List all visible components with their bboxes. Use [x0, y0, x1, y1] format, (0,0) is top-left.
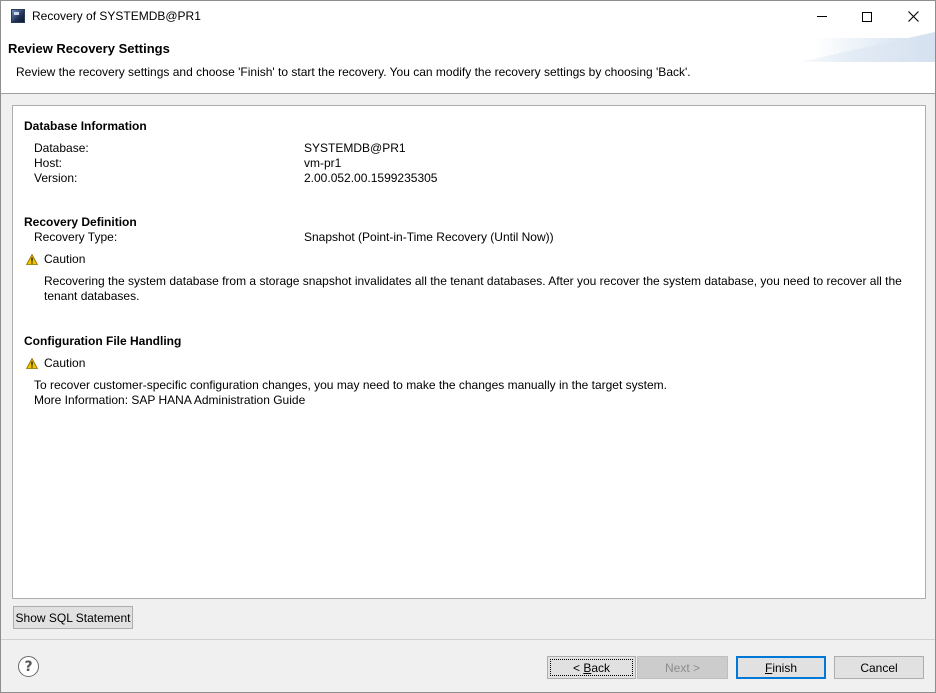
page-title: Review Recovery Settings: [8, 41, 170, 56]
configuration-file-heading: Configuration File Handling: [24, 334, 182, 348]
database-value: SYSTEMDB@PR1: [304, 141, 406, 155]
footer-divider: [1, 639, 935, 640]
host-label: Host:: [34, 156, 63, 170]
back-button[interactable]: < Back: [547, 656, 636, 679]
caution-label: Caution: [44, 356, 86, 370]
app-icon: [11, 9, 25, 23]
finish-button-mnemonic: F: [764, 660, 773, 675]
config-caution-line-2: More Information: SAP HANA Administratio…: [34, 393, 306, 407]
wizard-banner: Review Recovery Settings Review the reco…: [1, 32, 935, 94]
minimize-button[interactable]: [799, 1, 845, 32]
warning-icon: [26, 253, 38, 265]
finish-button-rest: inish: [772, 660, 798, 675]
recovery-caution-line-1: Recovering the system database from a st…: [44, 274, 902, 288]
recovery-dialog-window: Recovery of SYSTEMDB@PR1 Review Recovery…: [0, 0, 936, 693]
show-sql-statement-button[interactable]: Show SQL Statement: [13, 606, 133, 629]
page-description: Review the recovery settings and choose …: [16, 65, 691, 79]
caution-label: Caution: [44, 252, 86, 266]
config-caution: Caution: [26, 356, 85, 370]
title-bar[interactable]: Recovery of SYSTEMDB@PR1: [1, 1, 935, 32]
warning-icon: [26, 357, 38, 369]
settings-panel: Database Information Database: SYSTEMDB@…: [12, 105, 926, 599]
maximize-button[interactable]: [844, 1, 890, 32]
host-value: vm-pr1: [304, 156, 342, 170]
back-button-mnemonic: B: [583, 660, 592, 675]
close-button[interactable]: [890, 1, 936, 32]
recovery-caution: Caution: [26, 252, 85, 266]
config-caution-line-1: To recover customer-specific configurati…: [34, 378, 667, 392]
window-title: Recovery of SYSTEMDB@PR1: [32, 9, 201, 23]
recovery-caution-line-2: tenant databases.: [44, 289, 140, 303]
back-button-rest: ack: [591, 660, 611, 675]
back-button-prefix: <: [572, 660, 584, 675]
version-label: Version:: [34, 171, 78, 185]
recovery-type-value: Snapshot (Point-in-Time Recovery (Until …: [304, 230, 554, 244]
minimize-icon: [817, 16, 827, 17]
close-icon: [907, 11, 919, 22]
database-information-heading: Database Information: [24, 119, 147, 133]
help-icon[interactable]: ?: [18, 656, 39, 677]
recovery-definition-heading: Recovery Definition: [24, 215, 137, 229]
next-button[interactable]: Next >: [637, 656, 728, 679]
database-label: Database:: [34, 141, 89, 155]
finish-button[interactable]: Finish: [736, 656, 826, 679]
version-value: 2.00.052.00.1599235305: [304, 171, 438, 185]
cancel-button[interactable]: Cancel: [834, 656, 924, 679]
recovery-type-label: Recovery Type:: [34, 230, 118, 244]
maximize-icon: [862, 11, 872, 22]
